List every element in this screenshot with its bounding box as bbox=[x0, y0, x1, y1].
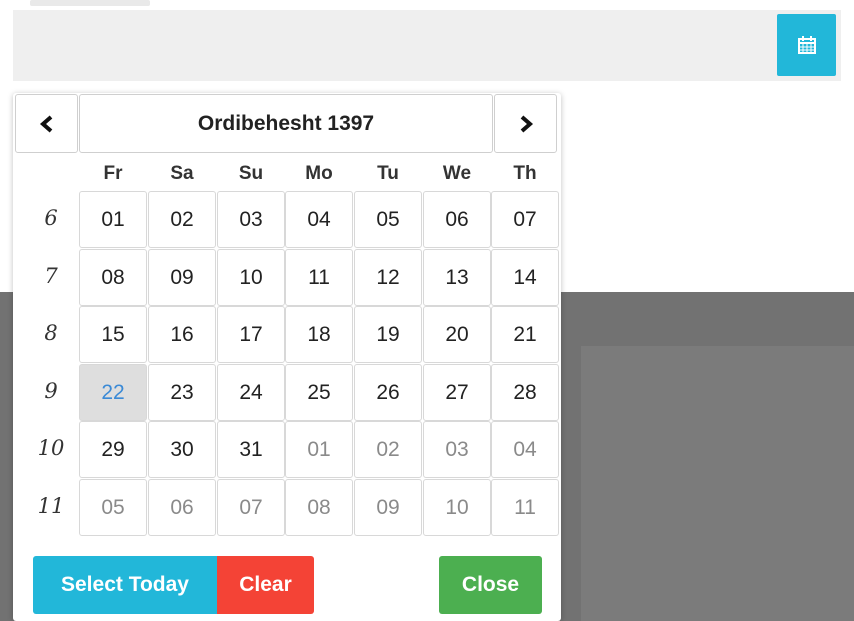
day-cell[interactable]: 30 bbox=[148, 421, 216, 478]
week-number: 9 bbox=[44, 379, 58, 403]
field-label bbox=[30, 0, 150, 6]
day-cell[interactable]: 20 bbox=[423, 306, 491, 363]
open-calendar-button[interactable] bbox=[777, 14, 836, 76]
clear-button[interactable]: Clear bbox=[217, 556, 314, 614]
day-cell[interactable]: 29 bbox=[79, 421, 147, 478]
day-cell-other-month[interactable]: 05 bbox=[79, 479, 147, 536]
day-cell-today[interactable]: 22 bbox=[79, 364, 147, 421]
day-cell[interactable]: 19 bbox=[354, 306, 422, 363]
day-cell-other-month[interactable]: 11 bbox=[491, 479, 559, 536]
day-cell[interactable]: 26 bbox=[354, 364, 422, 421]
day-cell-other-month[interactable]: 09 bbox=[354, 479, 422, 536]
month-title[interactable]: Ordibehesht 1397 bbox=[79, 94, 493, 153]
day-cell[interactable]: 04 bbox=[285, 191, 353, 248]
close-button[interactable]: Close bbox=[439, 556, 542, 614]
day-cell-other-month[interactable]: 03 bbox=[423, 421, 491, 478]
day-cell[interactable]: 12 bbox=[354, 249, 422, 306]
weekday-header: We bbox=[442, 163, 472, 184]
week-number: 10 bbox=[37, 436, 65, 460]
weekday-header: Mo bbox=[305, 163, 333, 184]
day-cell[interactable]: 05 bbox=[354, 191, 422, 248]
backdrop-panel bbox=[581, 346, 854, 621]
day-cell-other-month[interactable]: 06 bbox=[148, 479, 216, 536]
weekday-header: Th bbox=[513, 163, 537, 184]
day-cell[interactable]: 13 bbox=[423, 249, 491, 306]
day-cell-other-month[interactable]: 01 bbox=[285, 421, 353, 478]
prev-month-button[interactable] bbox=[15, 94, 78, 153]
day-cell[interactable]: 16 bbox=[148, 306, 216, 363]
week-number: 6 bbox=[44, 206, 58, 230]
weekday-header: Sa bbox=[170, 163, 194, 184]
day-cell[interactable]: 15 bbox=[79, 306, 147, 363]
day-cell[interactable]: 21 bbox=[491, 306, 559, 363]
day-cell[interactable]: 08 bbox=[79, 249, 147, 306]
weekday-header: Fr bbox=[103, 163, 123, 184]
day-cell[interactable]: 14 bbox=[491, 249, 559, 306]
day-cell[interactable]: 25 bbox=[285, 364, 353, 421]
day-cell-other-month[interactable]: 08 bbox=[285, 479, 353, 536]
day-cell[interactable]: 06 bbox=[423, 191, 491, 248]
datepicker-popup: Ordibehesht 1397 Fr Sa Su Mo Tu We Th 60… bbox=[13, 93, 561, 621]
day-cell[interactable]: 01 bbox=[79, 191, 147, 248]
day-cell[interactable]: 18 bbox=[285, 306, 353, 363]
day-cell[interactable]: 10 bbox=[217, 249, 285, 306]
day-cell[interactable]: 24 bbox=[217, 364, 285, 421]
week-number: 7 bbox=[44, 264, 58, 288]
day-cell[interactable]: 11 bbox=[285, 249, 353, 306]
next-month-button[interactable] bbox=[494, 94, 557, 153]
calendar-icon bbox=[797, 36, 816, 54]
date-input[interactable] bbox=[13, 10, 841, 81]
chevron-right-icon bbox=[520, 114, 533, 133]
day-cell[interactable]: 17 bbox=[217, 306, 285, 363]
day-cell-other-month[interactable]: 10 bbox=[423, 479, 491, 536]
day-cell[interactable]: 27 bbox=[423, 364, 491, 421]
day-cell-other-month[interactable]: 07 bbox=[217, 479, 285, 536]
day-cell[interactable]: 31 bbox=[217, 421, 285, 478]
week-number: 11 bbox=[37, 494, 65, 518]
weekday-header: Su bbox=[238, 163, 264, 184]
day-cell[interactable]: 07 bbox=[491, 191, 559, 248]
day-cell[interactable]: 02 bbox=[148, 191, 216, 248]
chevron-left-icon bbox=[39, 114, 52, 133]
day-cell[interactable]: 09 bbox=[148, 249, 216, 306]
day-cell-other-month[interactable]: 02 bbox=[354, 421, 422, 478]
day-cell-other-month[interactable]: 04 bbox=[491, 421, 559, 478]
weekday-header: Tu bbox=[377, 163, 399, 184]
day-cell[interactable]: 28 bbox=[491, 364, 559, 421]
week-number: 8 bbox=[44, 321, 58, 345]
day-cell[interactable]: 23 bbox=[148, 364, 216, 421]
day-cell[interactable]: 03 bbox=[217, 191, 285, 248]
select-today-button[interactable]: Select Today bbox=[33, 556, 217, 614]
